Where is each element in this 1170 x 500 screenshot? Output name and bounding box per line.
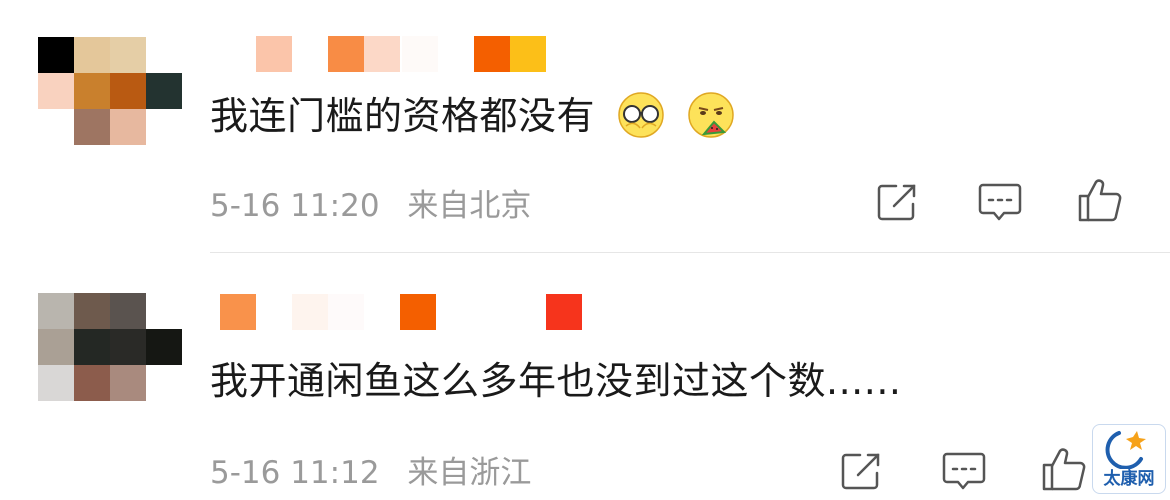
thumbs-up-icon[interactable] bbox=[1040, 445, 1088, 491]
comment-item-2: 我开通闲鱼这么多年也没到过这个数...... 5-16 11:12 来自浙江 bbox=[0, 253, 1170, 500]
comment-icon[interactable] bbox=[976, 182, 1024, 226]
comment-location: 来自浙江 bbox=[407, 455, 532, 491]
glasses-cover-eyes-emoji bbox=[616, 90, 666, 140]
comment-time: 5-16 11:12 bbox=[210, 455, 380, 491]
avatar[interactable] bbox=[38, 37, 182, 145]
thumbs-up-icon[interactable] bbox=[1076, 176, 1124, 222]
watermark-text: 太康网 bbox=[1103, 469, 1155, 489]
avatar[interactable] bbox=[38, 293, 182, 401]
share-icon[interactable] bbox=[874, 180, 922, 224]
comment-item-1: 我连门槛的资格都没有 5-16 11:20 来自北京 bbox=[0, 0, 1170, 252]
comment-location: 来自北京 bbox=[407, 188, 532, 224]
comment-text: 我开通闲鱼这么多年也没到过这个数...... bbox=[210, 357, 901, 405]
watermark-emblem-icon bbox=[1105, 431, 1146, 470]
comment-meta: 5-16 11:12 来自浙江 bbox=[210, 447, 531, 492]
username-pixelated[interactable] bbox=[218, 294, 582, 330]
comment-text-body: 我开通闲鱼这么多年也没到过这个数...... bbox=[210, 359, 902, 403]
comment-icon[interactable] bbox=[940, 451, 988, 495]
comment-text: 我连门槛的资格都没有 bbox=[210, 90, 736, 144]
comment-time: 5-16 11:20 bbox=[210, 188, 380, 224]
smirk-watermelon-emoji bbox=[686, 90, 736, 140]
watermark-logo: 太康网 bbox=[1092, 424, 1166, 494]
comment-text-body: 我连门槛的资格都没有 bbox=[210, 94, 596, 138]
comment-meta: 5-16 11:20 来自北京 bbox=[210, 180, 531, 225]
username-pixelated[interactable] bbox=[218, 36, 558, 72]
share-icon[interactable] bbox=[838, 449, 886, 493]
